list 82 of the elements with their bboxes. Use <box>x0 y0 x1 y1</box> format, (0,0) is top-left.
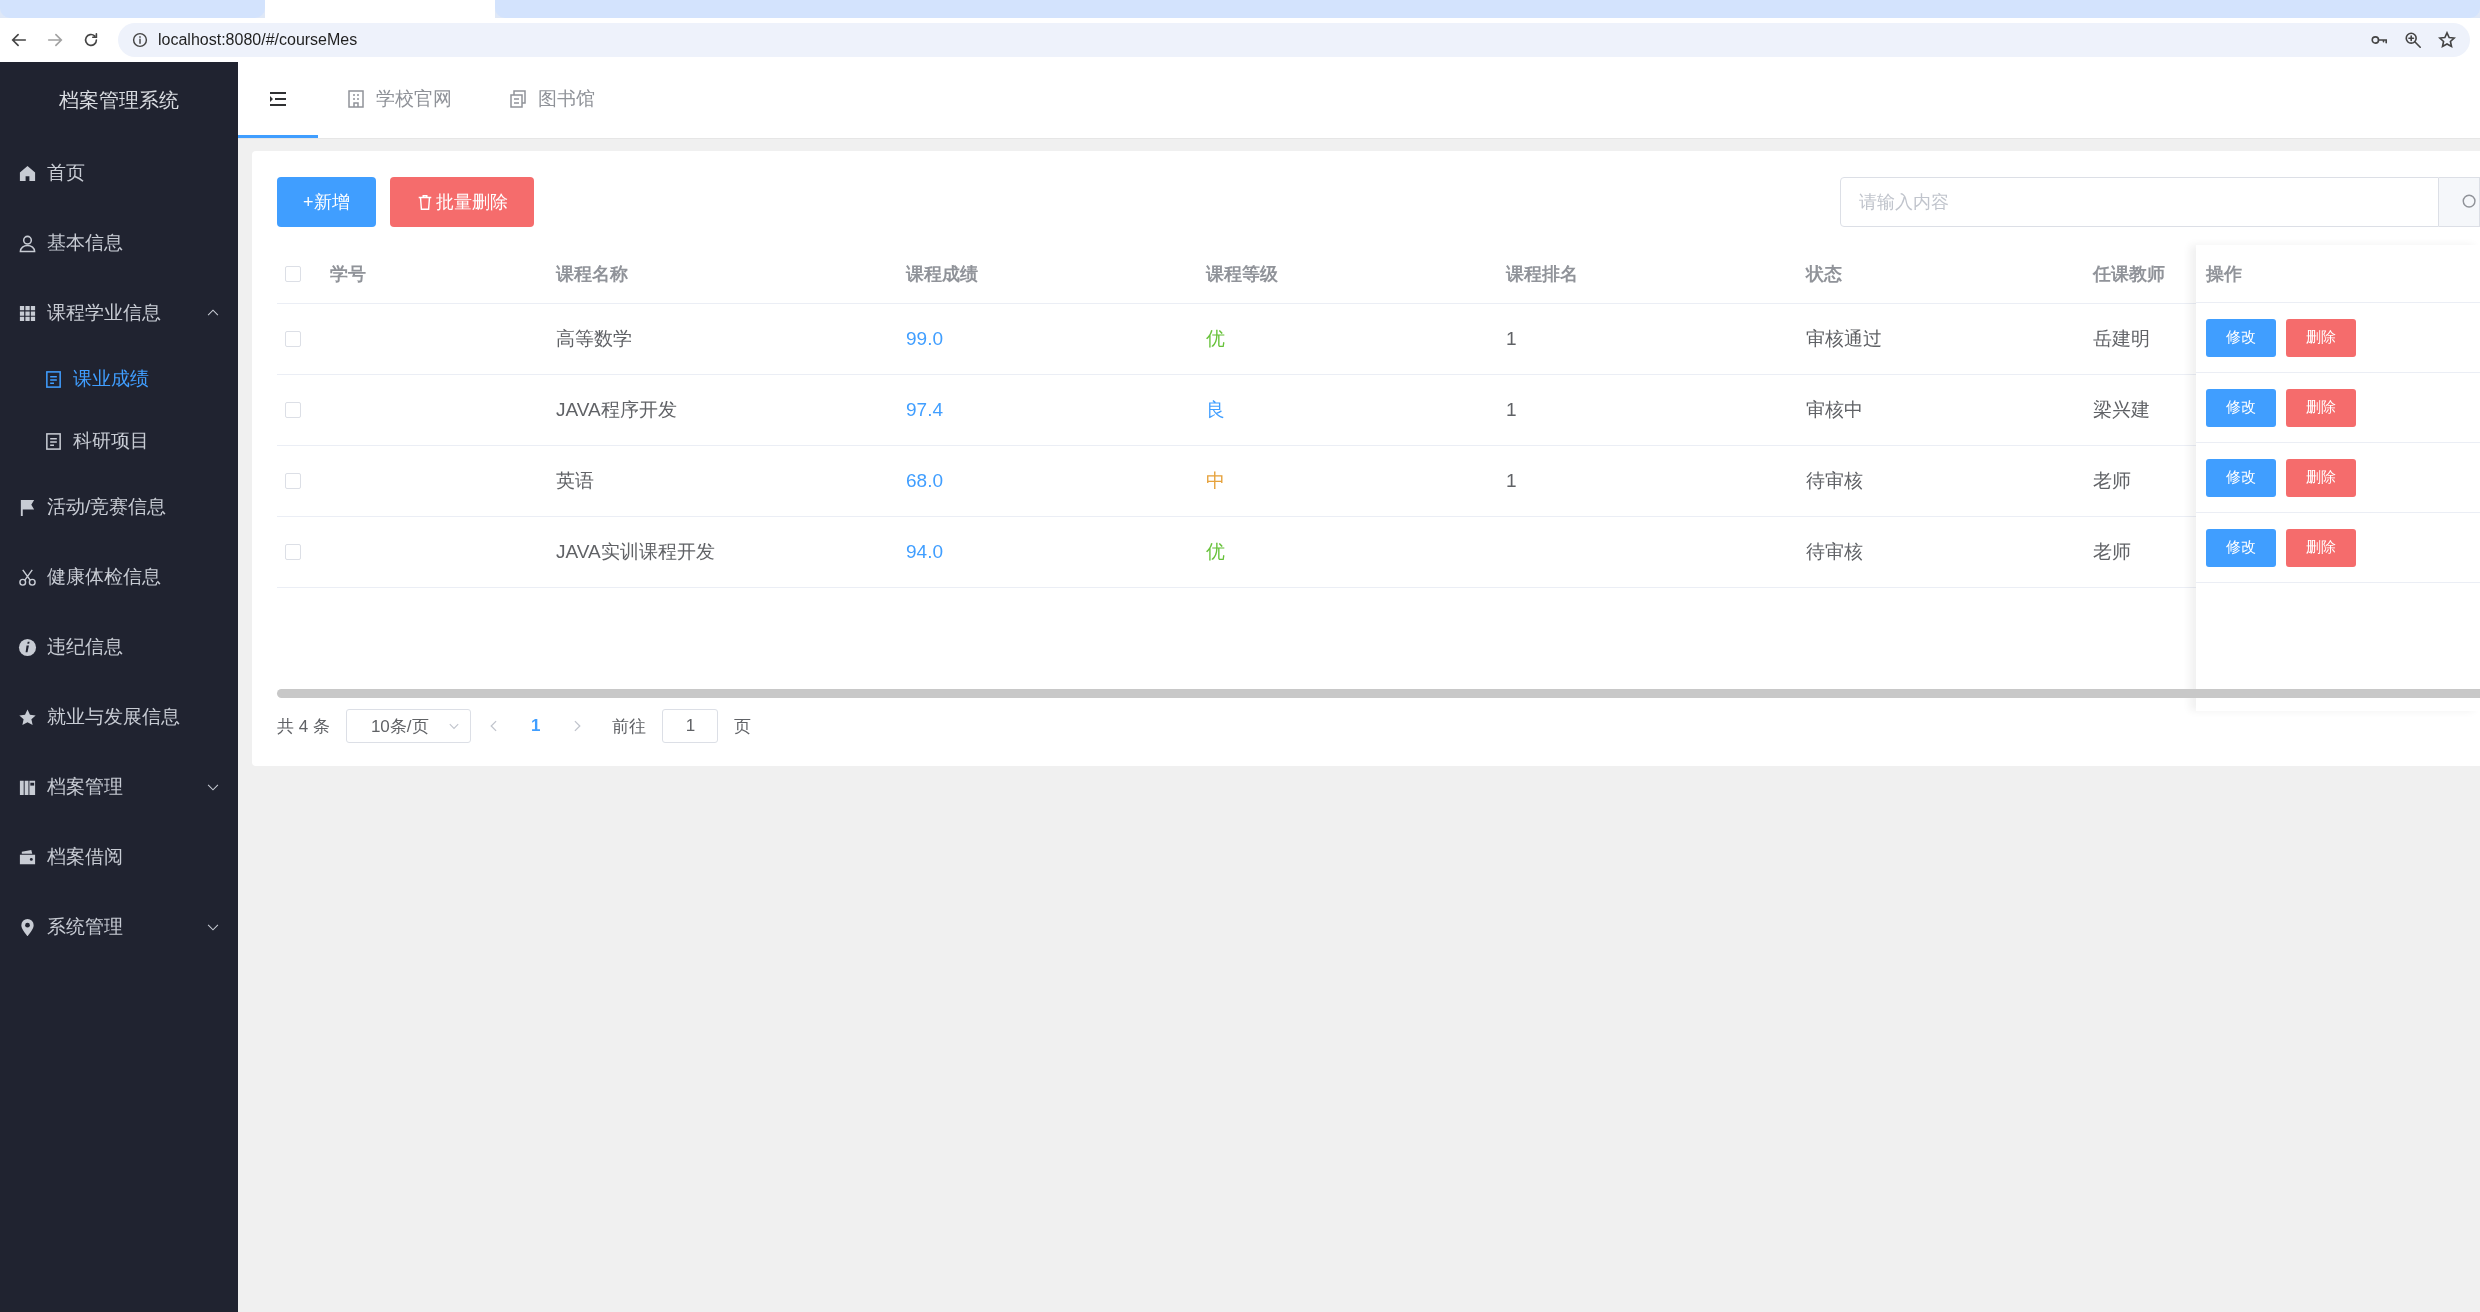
back-arrow-icon <box>10 31 28 49</box>
document-icon <box>44 369 63 389</box>
scissors-icon <box>18 567 37 587</box>
submenu-item[interactable]: 科研项目 <box>0 410 238 472</box>
column-header: 任课教师 <box>2093 264 2165 284</box>
menu-item[interactable]: 就业与发展信息 <box>0 682 238 752</box>
browser-tab[interactable] <box>265 0 495 18</box>
table-cell: 英语 <box>556 470 594 491</box>
url-text: localhost:8080/#/courseMes <box>158 31 358 49</box>
info-icon <box>132 32 148 48</box>
table-cell: 待审核 <box>1806 470 1863 491</box>
table-cell: 68.0 <box>906 470 943 491</box>
table-cell: 99.0 <box>906 328 943 349</box>
menu-item[interactable]: 系统管理 <box>0 892 238 962</box>
table-cell: 岳建明 <box>2093 328 2150 349</box>
star-outline-icon <box>2438 31 2456 49</box>
document-icon <box>44 431 63 451</box>
table-cell: 中 <box>1206 470 1225 491</box>
menu-item[interactable]: 基本信息 <box>0 208 238 278</box>
table-cell: 优 <box>1206 328 1225 349</box>
total-count: 共 4 条 <box>277 715 330 738</box>
menu-item[interactable]: 课程学业信息 <box>0 278 238 348</box>
table-cell: 优 <box>1206 541 1225 562</box>
browser-tab[interactable] <box>0 0 265 18</box>
column-header: 课程排名 <box>1506 264 1578 284</box>
search-field[interactable]: 请输入内容 <box>1840 177 2439 227</box>
menu-item[interactable]: 健康体检信息 <box>0 542 238 612</box>
info-icon <box>18 637 37 657</box>
goto-label: 前往 <box>612 715 647 738</box>
column-header: 状态 <box>1806 264 1842 284</box>
menu-item[interactable]: 档案管理 <box>0 752 238 822</box>
reload-icon <box>82 31 100 49</box>
row-checkbox[interactable] <box>285 402 301 418</box>
column-header: 课程名称 <box>556 264 628 284</box>
submenu-item[interactable]: 课业成绩 <box>0 348 238 410</box>
page-size-select[interactable]: 10条/页 <box>345 709 471 743</box>
table-cell: 老师 <box>2093 541 2131 562</box>
page-suffix: 页 <box>734 715 752 738</box>
flag-icon <box>18 497 37 517</box>
table-cell: 良 <box>1206 399 1225 420</box>
horizontal-scrollbar[interactable] <box>277 689 2480 698</box>
wallet-icon <box>18 847 37 867</box>
row-checkbox[interactable] <box>285 331 301 347</box>
row-checkbox[interactable] <box>285 473 301 489</box>
location-pin-icon <box>18 917 37 937</box>
table-cell: 梁兴建 <box>2093 399 2150 420</box>
table-cell: JAVA程序开发 <box>556 399 677 420</box>
select-all-checkbox[interactable] <box>285 266 301 282</box>
search-button[interactable] <box>2439 177 2480 227</box>
column-header: 课程等级 <box>1206 264 1278 284</box>
user-icon <box>18 233 37 253</box>
menu-item[interactable]: 活动/竞赛信息 <box>0 472 238 542</box>
table-cell: 97.4 <box>906 399 943 420</box>
menu-item[interactable]: 档案借阅 <box>0 822 238 892</box>
menu-item[interactable]: 首页 <box>0 138 238 208</box>
table-cell: 高等数学 <box>556 328 632 349</box>
copy-icon <box>508 88 528 109</box>
star-icon <box>18 707 37 727</box>
app-title: 档案管理系统 <box>59 87 179 113</box>
table-cell: JAVA实训课程开发 <box>556 541 715 562</box>
address-bar[interactable]: localhost:8080/#/courseMes <box>118 23 2470 57</box>
table-cell: 1 <box>1506 470 1517 491</box>
table-cell: 审核中 <box>1806 399 1863 420</box>
browser-tab[interactable] <box>495 0 2480 18</box>
goto-page-field[interactable]: 1 <box>662 709 719 743</box>
table-cell: 1 <box>1506 328 1517 349</box>
table-cell: 审核通过 <box>1806 328 1882 349</box>
zoom-icon <box>2404 31 2422 49</box>
table-cell: 1 <box>1506 399 1517 420</box>
column-header: 学号 <box>330 264 366 284</box>
column-header: 课程成绩 <box>906 264 978 284</box>
row-checkbox[interactable] <box>285 544 301 560</box>
forward-arrow-icon <box>46 31 64 49</box>
table-cell: 94.0 <box>906 541 943 562</box>
menu-item[interactable]: 违纪信息 <box>0 612 238 682</box>
table-cell: 待审核 <box>1806 541 1863 562</box>
search-icon <box>2461 193 2479 211</box>
grid-icon <box>18 303 37 323</box>
building-icon <box>346 88 366 109</box>
column-header: 操作 <box>2206 262 2242 286</box>
table-cell: 老师 <box>2093 470 2131 491</box>
home-icon <box>18 163 37 183</box>
